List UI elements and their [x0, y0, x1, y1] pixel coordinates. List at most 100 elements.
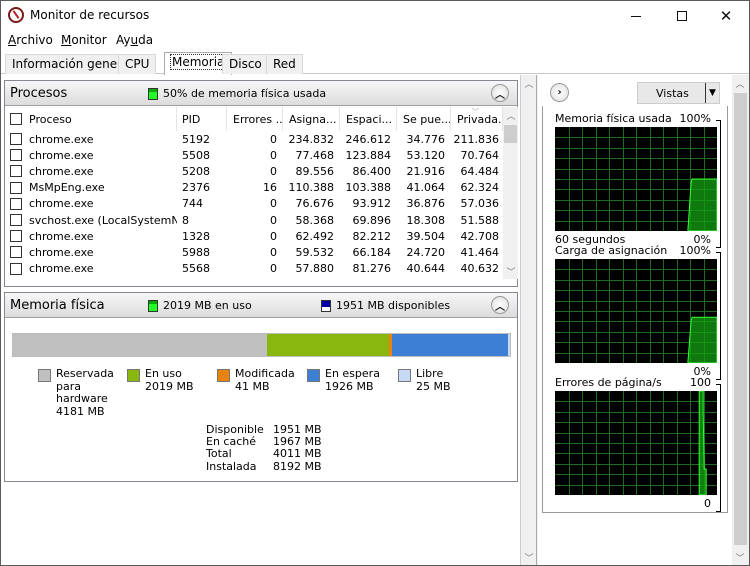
- process-checkbox[interactable]: [10, 214, 22, 227]
- process-checkbox[interactable]: [10, 133, 22, 146]
- graph-min-label: 0: [704, 497, 711, 510]
- table-row[interactable]: chrome.exe 5988 0 59.532 66.184 24.720 41.464: [5, 244, 503, 260]
- process-pid-cell: 8: [182, 213, 189, 227]
- table-header-row: ﹀ Proceso PID Errores ... Asigna... Espa…: [5, 107, 503, 131]
- processes-table-scrollbar[interactable]: ︿ ﹀: [503, 107, 518, 279]
- process-errors-cell: 0: [270, 132, 277, 146]
- column-header-espacio-trabajo[interactable]: Espaci...: [340, 107, 397, 131]
- legend-item: Libre 25 MB: [398, 367, 451, 393]
- table-row[interactable]: MsMpEng.exe 2376 16 110.388 103.388 41.064 62.…: [5, 180, 503, 196]
- table-row[interactable]: chrome.exe 744 0 76.676 93.912 36.876 57.036: [5, 196, 503, 212]
- graph-svg: [555, 127, 717, 231]
- physical-memory-header[interactable]: Memoria física 2019 MB en uso 1951 MB di…: [5, 293, 517, 318]
- table-row[interactable]: chrome.exe 5568 0 57.880 81.276 40.644 40.632: [5, 261, 503, 277]
- menu-ayuda[interactable]: Ayuda: [116, 33, 153, 47]
- scrollbar-thumb[interactable]: [734, 93, 747, 545]
- summary-row: Instalada 8192 MB: [206, 460, 322, 473]
- legend-value: 2019 MB: [145, 379, 194, 393]
- process-checkbox[interactable]: [10, 165, 22, 178]
- collapse-physical-memory-button[interactable]: ︿: [491, 296, 509, 314]
- minimize-button[interactable]: [613, 1, 659, 31]
- process-pid-cell: 5192: [182, 132, 210, 146]
- select-all-checkbox[interactable]: [10, 113, 22, 125]
- scroll-up-icon[interactable]: ︿: [503, 107, 519, 123]
- in-use-swatch-icon: [148, 299, 158, 312]
- graph-plot: [555, 127, 717, 231]
- tab-cpu[interactable]: CPU: [118, 54, 157, 74]
- process-private-cell: 211.836: [453, 132, 500, 146]
- right-pane-scrollbar[interactable]: ︿ ﹀: [732, 75, 749, 565]
- left-pane-scrollbar[interactable]: ︿ ﹀: [521, 75, 537, 565]
- process-pid-cell: 5568: [182, 262, 210, 276]
- process-pid-cell: 5988: [182, 245, 210, 259]
- table-row[interactable]: chrome.exe 1328 0 62.492 82.212 39.504 42.708: [5, 228, 503, 244]
- processes-header[interactable]: Procesos 50% de memoria física usada ︿: [5, 81, 517, 106]
- process-pid-cell: 2376: [182, 181, 210, 195]
- process-errors-cell: 0: [227, 277, 283, 279]
- column-header-proceso[interactable]: Proceso: [5, 107, 177, 131]
- window-title: Monitor de recursos: [30, 8, 150, 22]
- graph-title: Memoria física usada: [555, 112, 672, 125]
- memory-bar-segment: [508, 334, 510, 356]
- process-private-cell: 33.448: [451, 277, 503, 279]
- legend-swatch-icon: [307, 369, 320, 382]
- legend-item: Reservada para hardware 4181 MB: [38, 367, 114, 418]
- process-commit-cell: 58.368: [295, 213, 335, 227]
- table-row[interactable]: chrome.exe 5192 0 234.832 246.612 34.776 211.8…: [5, 131, 503, 147]
- process-checkbox[interactable]: [10, 230, 22, 243]
- process-checkbox[interactable]: [10, 181, 22, 194]
- process-commit-cell: 76.676: [295, 197, 335, 211]
- process-checkbox[interactable]: [10, 262, 22, 275]
- collapse-processes-button[interactable]: ︿: [491, 84, 509, 102]
- process-name-cell: chrome.exe: [5, 147, 177, 163]
- maximize-icon: [677, 11, 687, 21]
- graphs-header: › Vistas ▼: [542, 81, 728, 105]
- menu-monitor[interactable]: Monitor: [61, 33, 107, 47]
- process-name-cell: chrome.exe: [5, 196, 177, 212]
- scroll-down-icon[interactable]: ﹀: [521, 549, 537, 565]
- summary-value: 1951 MB: [273, 423, 322, 436]
- process-checkbox[interactable]: [10, 246, 22, 259]
- column-header-pid[interactable]: PID: [177, 107, 227, 131]
- available-swatch-icon: [321, 299, 331, 312]
- graph-svg: [555, 391, 717, 495]
- table-row[interactable]: chrome.exe 5208 0 89.556 86.400 21.916 64.484: [5, 163, 503, 179]
- column-header-errores[interactable]: Errores ...: [227, 107, 283, 131]
- scroll-down-icon[interactable]: ﹀: [732, 549, 748, 565]
- process-private-cell: 64.484: [460, 164, 500, 178]
- legend-label: Libre: [416, 367, 444, 380]
- maximize-button[interactable]: [659, 1, 705, 31]
- close-icon: ✕: [719, 7, 733, 25]
- memory-bar-segment: [266, 334, 390, 356]
- table-row[interactable]: explorer.exe3744065.596104.87272.42433.4…: [5, 277, 503, 279]
- main-content: Procesos 50% de memoria física usada ︿ ﹀…: [1, 75, 749, 565]
- process-private-cell: 62.324: [460, 181, 500, 195]
- legend-item: Modificada 41 MB: [217, 367, 295, 393]
- scroll-down-icon[interactable]: ﹀: [503, 263, 519, 279]
- column-header-privada[interactable]: Privada...: [451, 107, 503, 131]
- process-commit-cell: 65.596: [283, 277, 340, 279]
- scroll-up-icon[interactable]: ︿: [521, 75, 537, 91]
- column-header-se-puede-compartir[interactable]: Se pue...: [397, 107, 451, 131]
- scroll-up-icon[interactable]: ︿: [732, 75, 748, 91]
- process-checkbox[interactable]: [10, 197, 22, 210]
- graph-max-label: 100: [690, 376, 711, 389]
- views-dropdown[interactable]: Vistas ▼: [637, 82, 720, 104]
- process-working-cell: 66.184: [352, 245, 392, 259]
- column-header-asignacion[interactable]: Asigna...: [283, 107, 340, 131]
- process-name-cell: chrome.exe: [5, 131, 177, 147]
- tab-disco[interactable]: Disco: [222, 54, 269, 74]
- minimize-icon: [631, 15, 641, 17]
- graphs-container: Memoria física usada 100% 0% 60 segundos Car…: [542, 106, 728, 513]
- tab-red[interactable]: Red: [266, 54, 303, 74]
- scrollbar-thumb[interactable]: [504, 125, 517, 143]
- physical-memory-title: Memoria física: [10, 298, 105, 313]
- toggle-graphs-button[interactable]: ›: [550, 83, 569, 102]
- process-commit-cell: 62.492: [295, 229, 335, 243]
- table-row[interactable]: chrome.exe 5508 0 77.468 123.884 53.120 70.764: [5, 147, 503, 163]
- menu-archivo[interactable]: Archivo: [8, 33, 53, 47]
- memory-in-use-status: 2019 MB en uso: [148, 299, 252, 312]
- process-checkbox[interactable]: [10, 149, 22, 162]
- close-button[interactable]: ✕: [703, 1, 749, 31]
- table-row[interactable]: svchost.exe (LocalSystemNet... 8 0 58.368 69…: [5, 212, 503, 228]
